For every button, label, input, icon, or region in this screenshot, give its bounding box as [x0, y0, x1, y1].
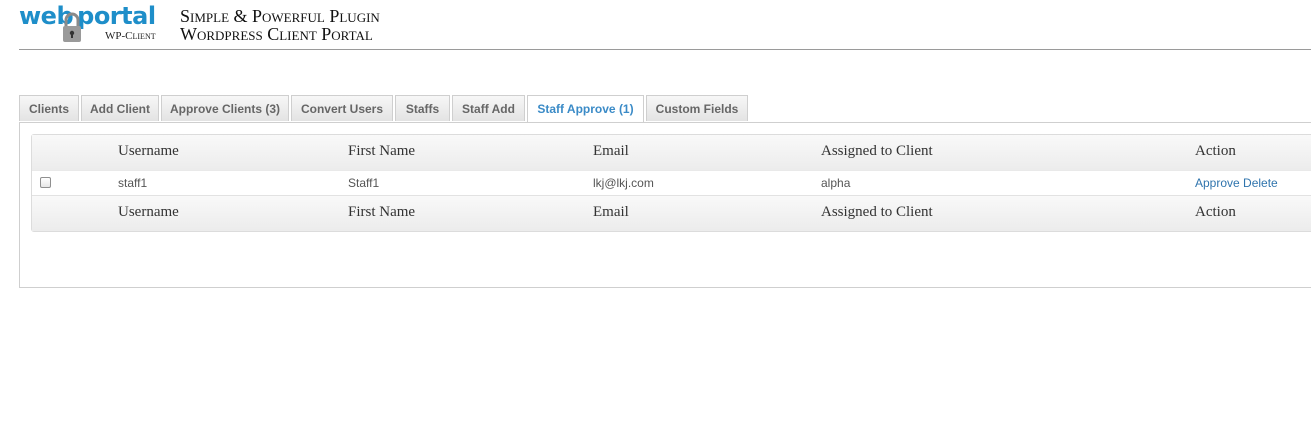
cell-actions: Approve Delete: [1195, 171, 1278, 195]
logo-text-portal: portal: [77, 2, 156, 30]
foot-col-first-name[interactable]: First Name: [348, 196, 415, 229]
delete-link[interactable]: Delete: [1243, 176, 1278, 190]
staff-approve-table: Username First Name Email Assigned to Cl…: [31, 134, 1311, 232]
row-checkbox[interactable]: [40, 177, 51, 188]
col-email[interactable]: Email: [593, 135, 629, 168]
table-row: staff1 Staff1 lkj@lkj.com alpha Approve …: [32, 170, 1311, 195]
tab-custom-fields[interactable]: Custom Fields: [646, 95, 748, 121]
cell-assigned-client: alpha: [821, 176, 851, 190]
tagline: Simple & Powerful Plugin Wordpress Clien…: [180, 7, 380, 43]
tagline-line-2: Wordpress Client Portal: [180, 24, 373, 44]
foot-col-email[interactable]: Email: [593, 196, 629, 229]
col-first-name[interactable]: First Name: [348, 135, 415, 168]
tab-add-client[interactable]: Add Client: [81, 95, 159, 121]
tab-clients[interactable]: Clients: [19, 95, 79, 121]
cell-first-name: Staff1: [348, 176, 380, 190]
table-header: Username First Name Email Assigned to Cl…: [32, 135, 1311, 170]
tab-staff-approve[interactable]: Staff Approve (1): [527, 95, 644, 123]
foot-col-assigned-client[interactable]: Assigned to Client: [821, 196, 933, 229]
tab-staffs[interactable]: Staffs: [395, 95, 450, 121]
tab-approve-clients[interactable]: Approve Clients (3): [161, 95, 289, 121]
tab-convert-users[interactable]: Convert Users: [291, 95, 393, 121]
foot-col-username[interactable]: Username: [118, 196, 179, 229]
page-header: web portal WP-Client Simple & Powerful Pl…: [0, 0, 1311, 50]
webportal-logo[interactable]: web portal WP-Client: [19, 2, 159, 46]
col-assigned-client[interactable]: Assigned to Client: [821, 135, 933, 168]
tagline-line-1: Simple & Powerful Plugin: [180, 6, 380, 26]
header-divider: [19, 49, 1311, 50]
cell-username: staff1: [118, 176, 148, 190]
table-footer: Username First Name Email Assigned to Cl…: [32, 195, 1311, 231]
logo-subtitle: WP-Client: [105, 30, 156, 42]
col-username[interactable]: Username: [118, 135, 179, 168]
col-action: Action: [1195, 143, 1236, 159]
tab-content-panel: Username First Name Email Assigned to Cl…: [19, 122, 1311, 288]
logo-wordmark: web portal: [19, 2, 156, 30]
tab-staff-add[interactable]: Staff Add: [452, 95, 525, 121]
foot-col-action: Action: [1195, 204, 1236, 220]
approve-link[interactable]: Approve: [1195, 176, 1240, 190]
cell-email: lkj@lkj.com: [593, 176, 654, 190]
padlock-icon: [63, 12, 81, 42]
